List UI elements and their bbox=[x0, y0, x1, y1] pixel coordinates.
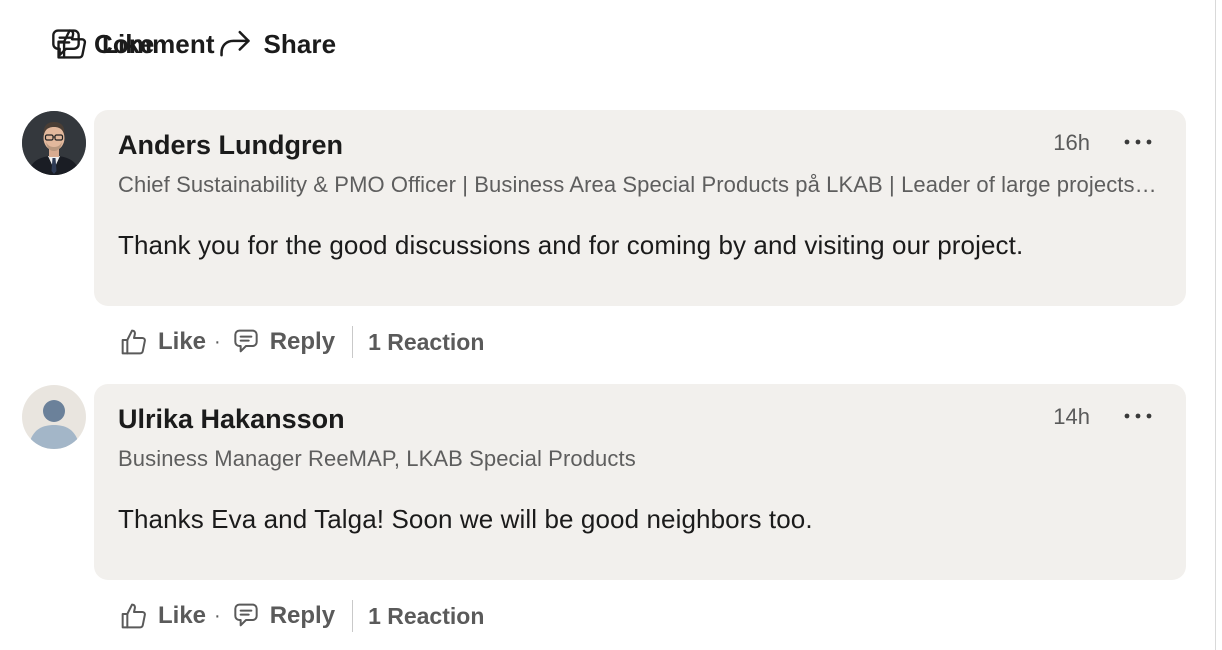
comment-text: Thanks Eva and Talga! Soon we will be go… bbox=[118, 504, 813, 534]
comment-like-button[interactable]: Like bbox=[117, 325, 206, 359]
reaction-count[interactable]: 1 Reaction bbox=[368, 329, 484, 356]
reply-icon bbox=[229, 599, 263, 633]
scrollbar[interactable] bbox=[1215, 0, 1222, 650]
ellipsis-icon bbox=[1124, 413, 1152, 419]
comment-reply-button[interactable]: Reply bbox=[229, 599, 335, 633]
comment-like-button[interactable]: Like bbox=[117, 599, 206, 633]
comment-like-label: Like bbox=[158, 602, 207, 629]
comment-icon bbox=[46, 24, 86, 64]
divider bbox=[352, 326, 354, 358]
comment-button[interactable]: Comment bbox=[46, 16, 1222, 72]
default-person-icon bbox=[22, 385, 86, 449]
more-options-button[interactable] bbox=[1118, 124, 1158, 160]
post-action-bar: Like Comment Share bbox=[52, 16, 400, 72]
comment-author-headline: Business Manager ReeMAP, LKAB Special Pr… bbox=[118, 446, 636, 471]
comment-author-headline: Chief Sustainability & PMO Officer | Bus… bbox=[118, 172, 1162, 197]
comment-reply-label: Reply bbox=[269, 328, 336, 355]
avatar[interactable] bbox=[22, 385, 86, 449]
divider bbox=[352, 600, 354, 632]
comment-like-label: Like bbox=[158, 328, 207, 355]
comment-reply-button[interactable]: Reply bbox=[229, 325, 335, 359]
avatar[interactable] bbox=[22, 111, 86, 175]
comment-author-name[interactable]: Ulrika Hakansson bbox=[118, 404, 345, 435]
comment-timestamp: 14h bbox=[1053, 404, 1090, 429]
thumbs-up-icon bbox=[117, 599, 151, 633]
comment-reply-label: Reply bbox=[269, 602, 336, 629]
comment-social-bar: Like · Reply 1 Reaction bbox=[117, 594, 484, 638]
ellipsis-icon bbox=[1124, 139, 1152, 145]
comment-author-name[interactable]: Anders Lundgren bbox=[118, 130, 343, 161]
separator-dot: · bbox=[214, 604, 221, 627]
reply-icon bbox=[229, 325, 263, 359]
comment-bubble: Anders Lundgren 16h Chief Sustainability… bbox=[94, 110, 1186, 306]
comment-bubble: Ulrika Hakansson 14h Business Manager Re… bbox=[94, 384, 1186, 580]
more-options-button[interactable] bbox=[1118, 398, 1158, 434]
separator-dot: · bbox=[214, 330, 221, 353]
comment-label: Comment bbox=[94, 28, 215, 59]
person-photo-icon bbox=[22, 111, 86, 175]
reaction-count[interactable]: 1 Reaction bbox=[368, 603, 484, 630]
comment-social-bar: Like · Reply 1 Reaction bbox=[117, 320, 484, 364]
comment-text: Thank you for the good discussions and f… bbox=[118, 230, 1024, 260]
thumbs-up-icon bbox=[117, 325, 151, 359]
comment-timestamp: 16h bbox=[1053, 130, 1090, 155]
